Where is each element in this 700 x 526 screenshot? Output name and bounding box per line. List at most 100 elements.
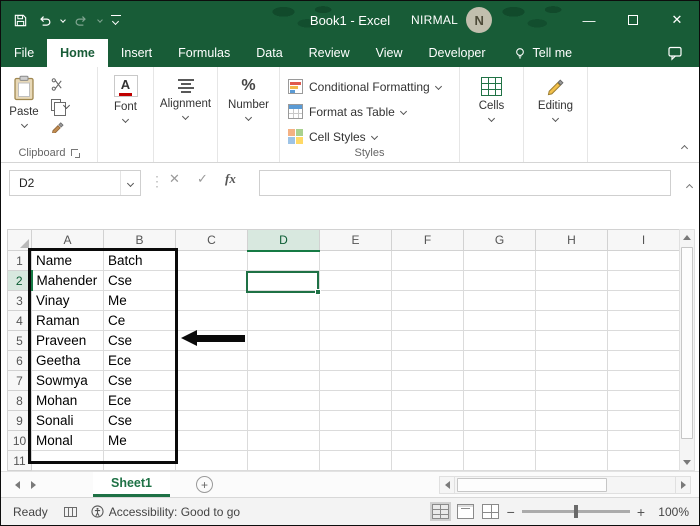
cell-A9[interactable]: Sonali (31, 410, 104, 431)
cell-G6[interactable] (463, 350, 536, 371)
page-layout-view-button[interactable] (456, 504, 474, 519)
maximize-button[interactable] (611, 1, 655, 39)
cell-B9[interactable]: Cse (103, 410, 176, 431)
cell-C1[interactable] (175, 250, 248, 271)
column-header-I[interactable]: I (607, 229, 680, 251)
cell-A2[interactable]: Mahender (31, 270, 104, 291)
column-header-E[interactable]: E (319, 229, 392, 251)
tell-me-box[interactable]: Tell me (513, 39, 572, 67)
column-header-G[interactable]: G (463, 229, 536, 251)
column-header-H[interactable]: H (535, 229, 608, 251)
horizontal-scroll-track[interactable] (455, 476, 675, 494)
close-button[interactable]: ✕ (655, 1, 699, 39)
cell-F2[interactable] (391, 270, 464, 291)
zoom-out-button[interactable]: − (507, 504, 515, 520)
row-header-10[interactable]: 10 (7, 430, 32, 451)
cell-G8[interactable] (463, 390, 536, 411)
name-box[interactable]: D2 (9, 170, 141, 196)
cell-C2[interactable] (175, 270, 248, 291)
name-box-dropdown[interactable] (120, 171, 140, 195)
zoom-percentage[interactable]: 100% (653, 505, 689, 519)
row-header-3[interactable]: 3 (7, 290, 32, 311)
macro-record-icon[interactable] (63, 506, 77, 517)
tab-review[interactable]: Review (296, 39, 363, 67)
cell-I1[interactable] (607, 250, 680, 271)
cell-H1[interactable] (535, 250, 608, 271)
row-header-7[interactable]: 7 (7, 370, 32, 391)
row-header-11[interactable]: 11 (7, 450, 32, 471)
cell-I3[interactable] (607, 290, 680, 311)
scroll-up-icon[interactable] (680, 230, 694, 245)
horizontal-scroll-thumb[interactable] (457, 478, 607, 492)
cell-H4[interactable] (535, 310, 608, 331)
cell-C7[interactable] (175, 370, 248, 391)
cell-G3[interactable] (463, 290, 536, 311)
cell-E1[interactable] (319, 250, 392, 271)
cell-E5[interactable] (319, 330, 392, 351)
cell-F6[interactable] (391, 350, 464, 371)
cell-G11[interactable] (463, 450, 536, 471)
cell-E2[interactable] (319, 270, 392, 291)
scroll-down-icon[interactable] (680, 455, 694, 470)
cell-E8[interactable] (319, 390, 392, 411)
column-header-C[interactable]: C (175, 229, 248, 251)
cell-E11[interactable] (319, 450, 392, 471)
scroll-right-icon[interactable] (675, 476, 691, 494)
undo-dropdown-icon[interactable] (60, 17, 66, 23)
column-header-F[interactable]: F (391, 229, 464, 251)
cell-D10[interactable] (247, 430, 320, 451)
cell-G5[interactable] (463, 330, 536, 351)
row-header-4[interactable]: 4 (7, 310, 32, 331)
cell-E3[interactable] (319, 290, 392, 311)
cell-C3[interactable] (175, 290, 248, 311)
cell-H2[interactable] (535, 270, 608, 291)
cell-E10[interactable] (319, 430, 392, 451)
cell-B8[interactable]: Ece (103, 390, 176, 411)
collapse-ribbon-icon[interactable] (680, 138, 689, 156)
customize-toolbar-icon[interactable] (111, 15, 121, 25)
next-sheet-icon[interactable] (25, 480, 41, 489)
cell-I7[interactable] (607, 370, 680, 391)
redo-icon[interactable] (74, 13, 89, 28)
cancel-entry-button[interactable]: ✕ (169, 171, 180, 187)
tab-insert[interactable]: Insert (108, 39, 165, 67)
format-as-table-button[interactable]: Format as Table (288, 100, 459, 123)
cell-H3[interactable] (535, 290, 608, 311)
cell-B5[interactable]: Cse (103, 330, 176, 351)
cell-C8[interactable] (175, 390, 248, 411)
tab-home[interactable]: Home (47, 39, 108, 67)
row-header-5[interactable]: 5 (7, 330, 32, 351)
cell-C9[interactable] (175, 410, 248, 431)
cell-B4[interactable]: Ce (103, 310, 176, 331)
cell-F5[interactable] (391, 330, 464, 351)
zoom-slider[interactable] (521, 505, 630, 518)
select-all-corner[interactable] (7, 229, 32, 251)
cut-button[interactable] (51, 77, 69, 91)
row-header-8[interactable]: 8 (7, 390, 32, 411)
avatar[interactable]: N (466, 7, 493, 33)
cell-H10[interactable] (535, 430, 608, 451)
sheet-tab-sheet1[interactable]: Sheet1 (93, 472, 170, 497)
horizontal-scrollbar[interactable] (439, 476, 691, 494)
vertical-scrollbar[interactable] (679, 229, 695, 471)
cell-A11[interactable] (31, 450, 104, 471)
cell-C4[interactable] (175, 310, 248, 331)
row-header-9[interactable]: 9 (7, 410, 32, 431)
cell-C10[interactable] (175, 430, 248, 451)
cell-B11[interactable] (103, 450, 176, 471)
tab-data[interactable]: Data (243, 39, 295, 67)
cell-D8[interactable] (247, 390, 320, 411)
cell-I4[interactable] (607, 310, 680, 331)
cell-A1[interactable]: Name (31, 250, 104, 271)
tab-formulas[interactable]: Formulas (165, 39, 243, 67)
cell-D11[interactable] (247, 450, 320, 471)
expand-formula-bar-icon[interactable] (685, 177, 694, 195)
row-header-1[interactable]: 1 (7, 250, 32, 271)
save-icon[interactable] (13, 13, 28, 28)
cell-B3[interactable]: Me (103, 290, 176, 311)
cell-D5[interactable] (247, 330, 320, 351)
alignment-button[interactable]: Alignment (154, 67, 217, 121)
formula-input[interactable] (259, 170, 671, 196)
cell-G9[interactable] (463, 410, 536, 431)
cell-A7[interactable]: Sowmya (31, 370, 104, 391)
